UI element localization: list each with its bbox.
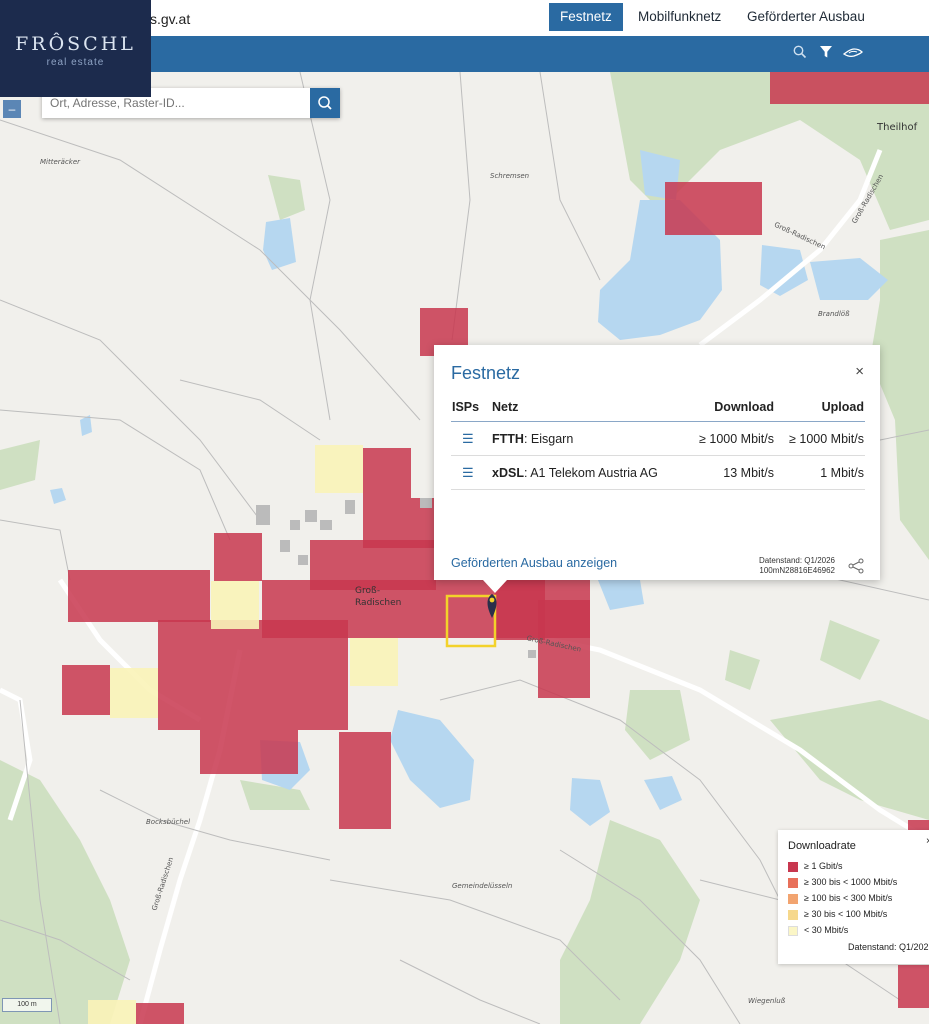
site-url[interactable]: s.gv.at — [150, 11, 190, 27]
col-isps: ISPs — [451, 393, 491, 422]
logo-subtitle: real estate — [46, 57, 105, 68]
logo: FRÔSCHL real estate — [0, 0, 151, 97]
network-tech: FTTH — [492, 431, 524, 446]
legend-label: ≥ 100 bis < 300 Mbit/s — [804, 893, 893, 903]
network-provider: : A1 Telekom Austria AG — [523, 465, 658, 480]
network-provider: : Eisgarn — [523, 431, 574, 446]
data-status: Datenstand: Q1/2026 — [758, 556, 835, 565]
legend-label: ≥ 1 Gbit/s — [804, 861, 843, 871]
list-icon[interactable]: ☰ — [452, 465, 474, 480]
info-popup: Festnetz × ISPs Netz Download Upload ☰ F… — [434, 345, 880, 593]
label-schremsen: Schremsen — [490, 172, 530, 180]
cell-id: 100mN28816E46962 — [759, 566, 835, 575]
search-icon — [318, 96, 332, 110]
legend-item: ≥ 1 Gbit/s — [788, 860, 842, 872]
download-value: ≥ 1000 Mbit/s — [663, 421, 775, 456]
legend-item: < 30 Mbit/s — [788, 924, 848, 936]
search-button[interactable] — [310, 88, 340, 118]
label-brandloss: Brandlöß — [818, 310, 850, 318]
filter-icon[interactable] — [819, 45, 833, 62]
search-icon[interactable] — [793, 45, 807, 62]
legend-swatch — [788, 877, 798, 888]
hand-icon[interactable] — [842, 45, 863, 62]
legend-label: ≥ 30 bis < 100 Mbit/s — [804, 909, 888, 919]
legend-data-status: Datenstand: Q1/202 — [848, 942, 929, 952]
show-funded-expansion-link[interactable]: Geförderten Ausbau anzeigen — [451, 556, 617, 570]
table-row: ☰ xDSL: A1 Telekom Austria AG 13 Mbit/s … — [451, 455, 865, 490]
download-value: 13 Mbit/s — [663, 455, 775, 490]
upload-value: 1 Mbit/s — [775, 455, 865, 490]
label-bocksbuechel: Bocksbüchel — [146, 818, 191, 826]
legend: Downloadrate × ≥ 1 Gbit/s ≥ 300 bis < 10… — [778, 830, 929, 964]
legend-swatch — [788, 925, 798, 936]
legend-item: ≥ 30 bis < 100 Mbit/s — [788, 908, 887, 920]
col-netz: Netz — [491, 393, 663, 422]
tab-gefoerderter-ausbau[interactable]: Geförderter Ausbau — [736, 3, 876, 31]
tab-mobilfunknetz[interactable]: Mobilfunknetz — [627, 3, 732, 31]
popup-title: Festnetz — [451, 363, 521, 383]
legend-label: < 30 Mbit/s — [804, 925, 849, 935]
network-tech: xDSL — [492, 465, 524, 480]
label-gemeindeluesseln: Gemeindelüsseln — [452, 882, 513, 890]
popup-pointer — [483, 580, 507, 593]
legend-item: ≥ 300 bis < 1000 Mbit/s — [788, 876, 897, 888]
label-mitteraecker: Mitteräcker — [40, 158, 81, 166]
zoom-out-button[interactable]: – — [3, 100, 21, 118]
scale-bar: 100 m — [2, 998, 52, 1012]
label-theilhof: Theilhof — [877, 122, 918, 133]
isp-table: ISPs Netz Download Upload ☰ FTTH: Eisgar… — [451, 393, 865, 490]
logo-name: FRÔSCHL — [15, 33, 136, 55]
col-upload: Upload — [775, 393, 865, 422]
label-gross-radischen: Groß- Radischen — [355, 586, 402, 608]
legend-swatch — [788, 861, 798, 872]
legend-swatch — [788, 893, 798, 904]
label-wiegenluss: Wiegenluß — [748, 997, 786, 1005]
list-icon[interactable]: ☰ — [452, 431, 474, 446]
legend-title: Downloadrate — [788, 840, 856, 852]
popup-meta: Datenstand: Q1/2026 100mN28816E46962 — [759, 556, 835, 576]
legend-label: ≥ 300 bis < 1000 Mbit/s — [804, 877, 898, 887]
legend-swatch — [788, 909, 798, 920]
table-row: ☰ FTTH: Eisgarn ≥ 1000 Mbit/s ≥ 1000 Mbi… — [451, 421, 865, 456]
popup-close-button[interactable]: × — [855, 363, 864, 380]
share-icon[interactable] — [848, 558, 864, 577]
legend-item: ≥ 100 bis < 300 Mbit/s — [788, 892, 892, 904]
col-download: Download — [663, 393, 775, 422]
upload-value: ≥ 1000 Mbit/s — [775, 421, 865, 456]
tab-festnetz[interactable]: Festnetz — [549, 3, 623, 31]
